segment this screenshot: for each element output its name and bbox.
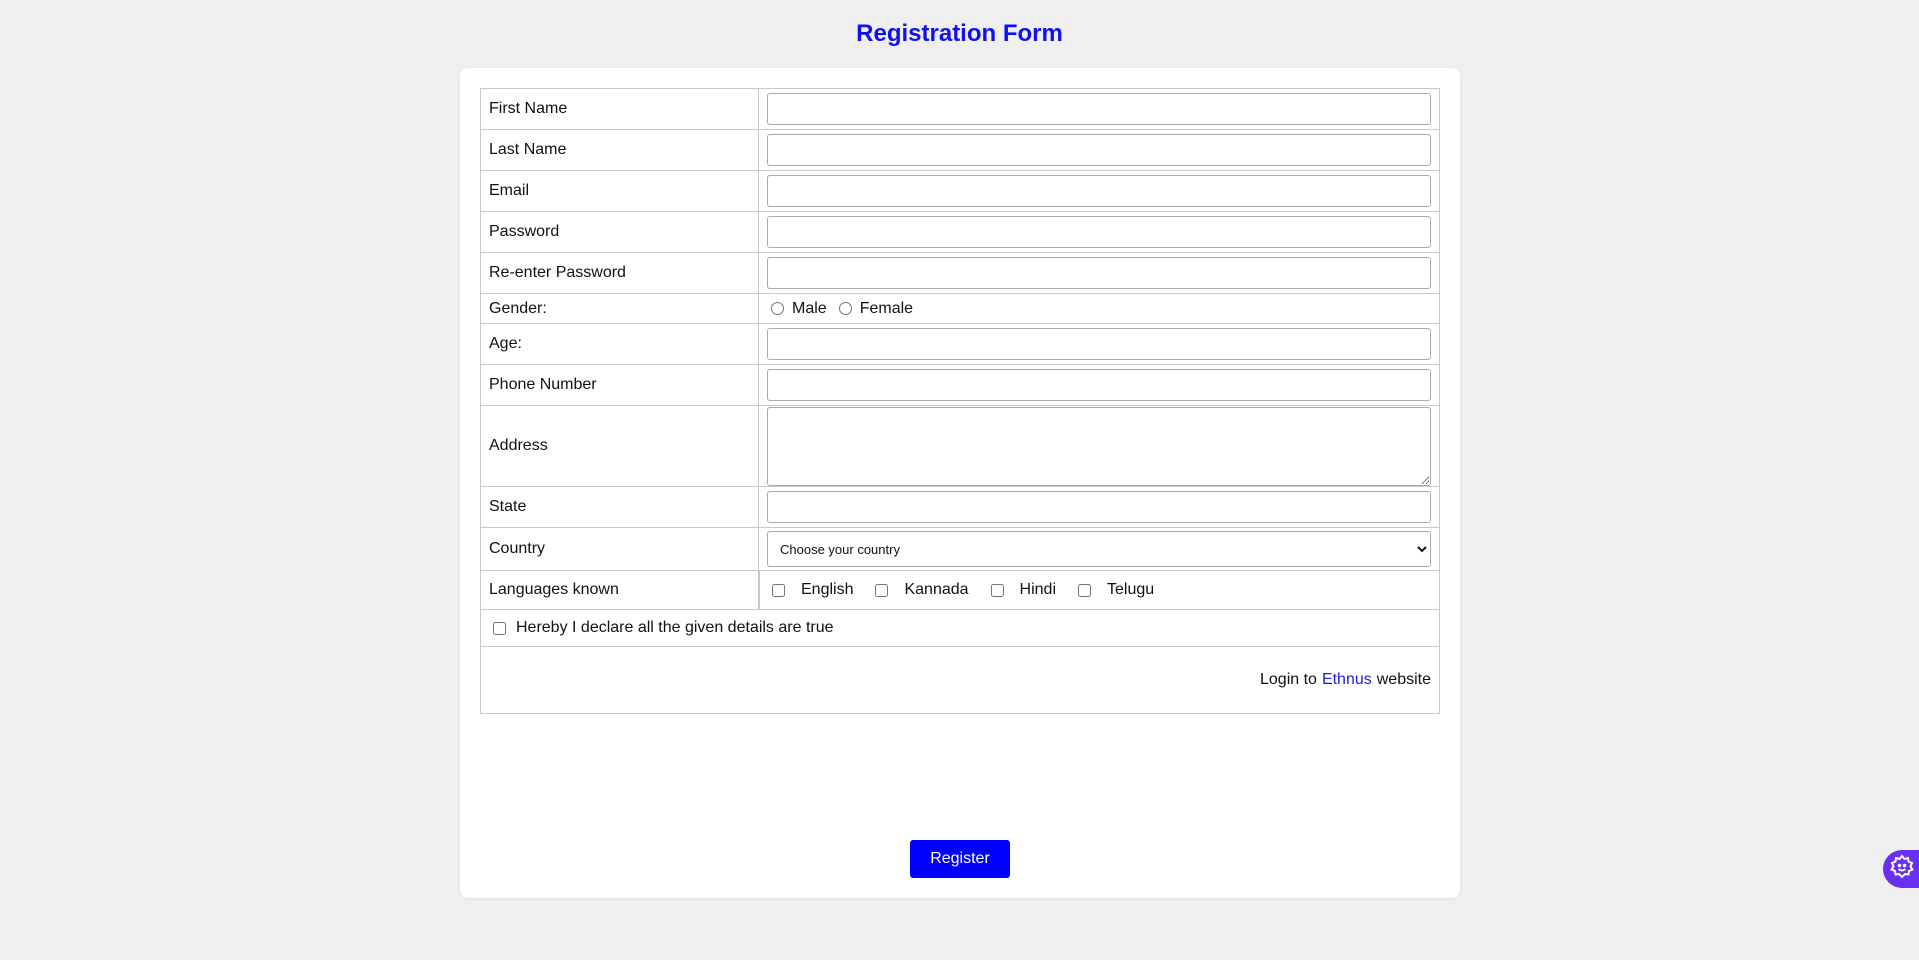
age-input[interactable] [767,328,1431,360]
declaration-label[interactable]: Hereby I declare all the given details a… [516,619,834,637]
declaration-checkbox[interactable] [493,621,506,635]
row-password: Password [481,212,1439,253]
last-name-label: Last Name [481,130,759,170]
row-state: State [481,487,1439,528]
row-email: Email [481,171,1439,212]
floating-settings-button[interactable] [1883,850,1919,888]
state-input[interactable] [767,491,1431,523]
register-button[interactable]: Register [910,840,1010,878]
form-table: First Name Last Name Email Password Re-e [480,88,1440,714]
row-country: Country Choose your country [481,528,1439,571]
gender-female-radio[interactable] [838,302,852,315]
row-first-name: First Name [481,89,1439,130]
row-last-name: Last Name [481,130,1439,171]
row-login: Login to Ethnus website [481,647,1439,713]
row-gender: Gender: Male Female [481,294,1439,324]
email-input[interactable] [767,175,1431,207]
password-label: Password [481,212,759,252]
lang-kannada-checkbox[interactable] [875,583,889,597]
address-textarea[interactable] [767,406,1431,486]
ethnus-link[interactable]: Ethnus [1322,671,1372,689]
row-age: Age: [481,324,1439,365]
row-languages: Languages known English Kannada Hindi Te… [481,570,1439,610]
gender-label: Gender: [481,294,759,323]
password-input[interactable] [767,216,1431,248]
gender-female-label[interactable]: Female [860,300,913,318]
re-password-input[interactable] [767,257,1431,289]
state-label: State [481,487,759,527]
lang-hindi-checkbox[interactable] [990,583,1004,597]
address-label: Address [481,406,759,486]
languages-checkbox-group: English Kannada Hindi Telugu [768,581,1172,599]
row-re-password: Re-enter Password [481,253,1439,294]
last-name-input[interactable] [767,134,1431,166]
registration-card: First Name Last Name Email Password Re-e [460,68,1460,898]
lang-english-checkbox[interactable] [772,583,785,597]
row-declaration: Hereby I declare all the given details a… [481,610,1439,647]
lang-hindi-label[interactable]: Hindi [1020,581,1056,599]
re-password-label: Re-enter Password [481,253,759,293]
country-label: Country [481,528,759,570]
phone-label: Phone Number [481,365,759,405]
login-suffix: website [1376,671,1431,688]
languages-label: Languages known [481,571,759,609]
gender-radio-group: Male Female [767,300,921,318]
email-label: Email [481,171,759,211]
first-name-input[interactable] [767,93,1431,125]
row-address: Address [481,406,1439,487]
lang-telugu-label[interactable]: Telugu [1107,581,1154,599]
lang-telugu-checkbox[interactable] [1078,583,1092,597]
gear-icon [1888,853,1916,886]
age-label: Age: [481,324,759,364]
lang-kannada-label[interactable]: Kannada [904,581,968,599]
gender-male-label[interactable]: Male [792,300,827,318]
phone-input[interactable] [767,369,1431,401]
row-phone: Phone Number [481,365,1439,406]
country-select[interactable]: Choose your country [767,531,1431,567]
first-name-label: First Name [481,89,759,129]
page-title: Registration Form [856,20,1063,47]
login-prefix: Login to [1260,671,1317,688]
gender-male-radio[interactable] [771,302,784,315]
lang-english-label[interactable]: English [801,581,853,599]
